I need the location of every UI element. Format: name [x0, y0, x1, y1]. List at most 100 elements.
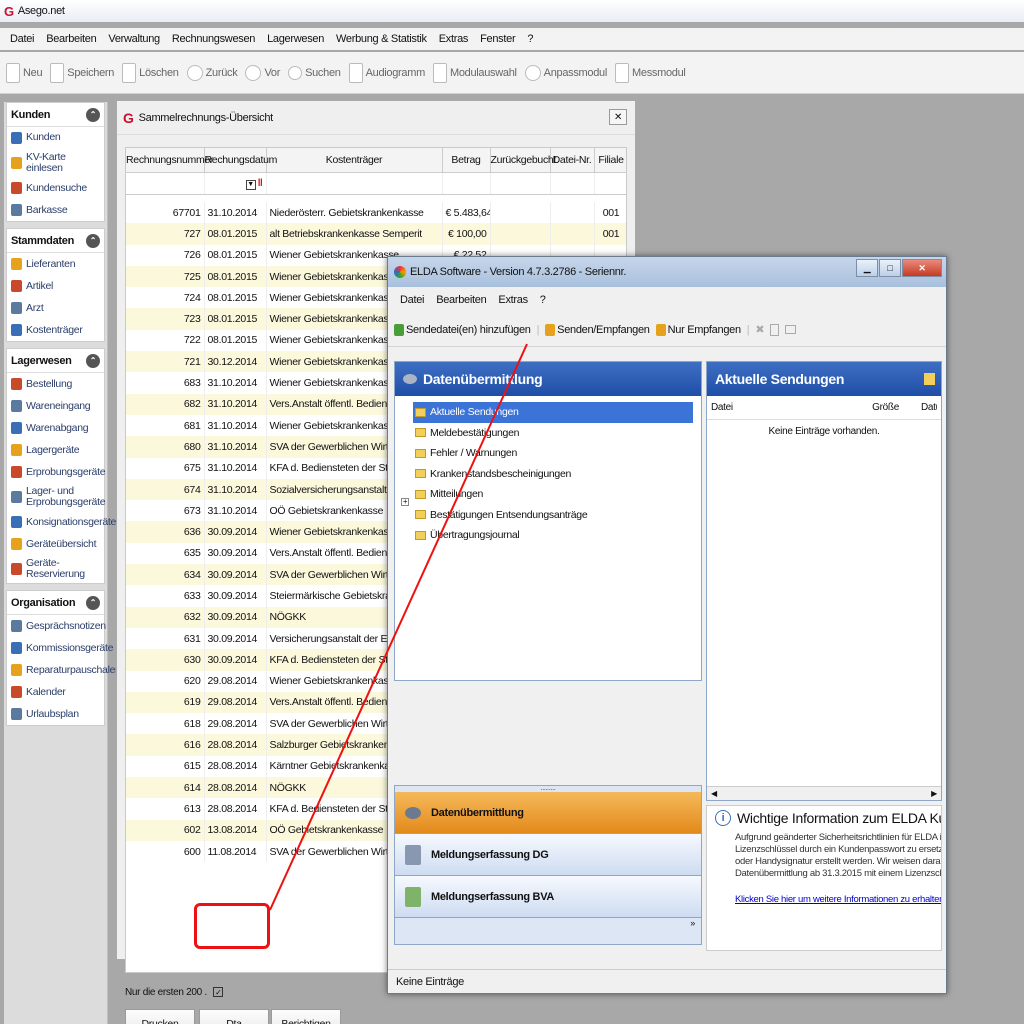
send-receive-button[interactable]: Senden/Empfangen [545, 323, 650, 336]
more-options-icon[interactable]: » [395, 918, 701, 928]
column-file[interactable]: Datei [711, 402, 733, 413]
receive-only-button[interactable]: Nur Empfangen [655, 323, 741, 336]
new-button[interactable]: Neu [6, 62, 43, 83]
sidebar-item[interactable]: Lagergeräte [7, 439, 104, 461]
column-header[interactable]: Betrag [442, 148, 491, 173]
elda-menu-bearbeiten[interactable]: Bearbeiten [430, 294, 492, 306]
collapse-icon[interactable]: ⌃ [86, 107, 100, 122]
search-button[interactable]: Suchen [288, 65, 341, 80]
menu-help[interactable]: ? [521, 33, 539, 45]
elda-menu-datei[interactable]: Datei [394, 294, 430, 306]
fitting-module-button[interactable]: Anpassmodul [524, 64, 607, 81]
nav-data-transfer[interactable]: Datenübermittlung [395, 792, 701, 834]
sidebar-item[interactable]: Konsignationsgeräte [7, 511, 116, 533]
menu-datei[interactable]: Datei [4, 33, 40, 45]
sidebar-item[interactable]: Barkasse [7, 199, 104, 221]
menu-extras[interactable]: Extras [433, 33, 474, 45]
add-send-file-button[interactable]: Sendedatei(en) hinzufügen [394, 323, 531, 336]
limit-checkbox[interactable]: ✓ [213, 987, 224, 997]
sidebar-item[interactable]: Geräteübersicht [7, 533, 104, 555]
nav-registration-dg[interactable]: Meldungserfassung DG [395, 834, 701, 876]
sidebar-item[interactable]: Wareneingang [7, 395, 104, 417]
document-icon[interactable] [770, 323, 780, 336]
sidebar-item[interactable]: Warenabgang [7, 417, 104, 439]
tree-node[interactable]: Meldebestätigungen [415, 423, 697, 444]
expand-icon[interactable]: + [401, 498, 409, 506]
filter-cell[interactable] [126, 172, 205, 195]
sidebar-group-header[interactable]: Stammdaten ⌃ [7, 229, 104, 254]
audiogram-button[interactable]: Audiogramm [348, 62, 425, 83]
minimize-icon[interactable]: ▁ [856, 259, 878, 277]
sidebar-item[interactable]: Kostenträger [7, 319, 104, 341]
filter-cell[interactable] [266, 172, 443, 195]
tree-node[interactable]: Mitteilungen [415, 484, 697, 505]
menu-rechnungswesen[interactable]: Rechnungswesen [166, 33, 261, 45]
sidebar-item[interactable]: KV-Karte einlesen [7, 149, 104, 177]
sidebar-group-header[interactable]: Lagerwesen ⌃ [7, 349, 104, 374]
filter-cell[interactable] [442, 172, 491, 195]
sidebar-item[interactable]: Reparaturpauschalen [7, 659, 121, 681]
tree-node[interactable]: Übertragungsjournal [415, 525, 697, 546]
tree-node[interactable]: Bestätigungen Entsendungsanträge [415, 505, 697, 526]
sidebar-group-header[interactable]: Organisation ⌃ [7, 591, 104, 616]
elda-menu-extras[interactable]: Extras [492, 294, 533, 306]
column-header[interactable]: Filiale [594, 148, 626, 173]
sidebar-item[interactable]: Gesprächsnotizen [7, 615, 106, 637]
sidebar-item[interactable]: Urlaubsplan [7, 703, 104, 725]
forward-button[interactable]: Vor [245, 64, 280, 81]
horizontal-scrollbar[interactable]: ◀ ▶ [707, 786, 941, 800]
dta-button[interactable]: Dta [199, 1009, 269, 1024]
collapse-icon[interactable]: ⌃ [86, 353, 100, 368]
scroll-left-icon[interactable]: ◀ [711, 789, 717, 798]
close-icon[interactable]: ✕ [609, 109, 627, 125]
sidebar-item[interactable]: Bestellung [7, 373, 104, 395]
menu-fenster[interactable]: Fenster [474, 33, 521, 45]
correct-button[interactable]: Berichtigen [271, 1009, 341, 1024]
sidebar-item[interactable]: Kommissionsgeräte [7, 637, 113, 659]
measure-module-button[interactable]: Messmodul [615, 62, 686, 83]
elda-menu-help[interactable]: ? [534, 294, 552, 306]
tree-node[interactable]: Aktuelle Sendungen [413, 402, 693, 423]
menu-werbung[interactable]: Werbung & Statistik [330, 33, 433, 45]
scroll-right-icon[interactable]: ▶ [931, 789, 937, 798]
nav-registration-bva[interactable]: Meldungserfassung BVA [395, 876, 701, 918]
delete-button[interactable]: Löschen [122, 62, 179, 83]
module-select-button[interactable]: Modulauswahl [432, 62, 517, 83]
column-size[interactable]: Größe [872, 402, 899, 413]
filter-cell[interactable] [594, 172, 626, 195]
column-header[interactable]: Rechnungsnummer [126, 148, 213, 173]
filter-cell[interactable] [490, 172, 551, 195]
print-button[interactable]: Drucken [125, 1009, 195, 1024]
collapse-icon[interactable]: ⌃ [86, 233, 100, 248]
dropdown-icon[interactable]: ▼ [245, 179, 256, 190]
sidebar-item[interactable]: Lieferanten [7, 253, 104, 275]
save-button[interactable]: Speichern [50, 62, 114, 83]
sidebar-item[interactable]: Geräte-Reservierung [7, 555, 104, 583]
info-link[interactable]: Klicken Sie hier um weitere Informatione… [715, 894, 941, 905]
column-header[interactable]: Zurückgebucht [490, 148, 556, 173]
column-header[interactable]: Datei-Nr. [550, 148, 595, 173]
table-row[interactable]: 727 08.01.2015 alt Betriebskrankenkasse Se… [126, 223, 626, 245]
filter-date-cell[interactable]: ▼ ǁ [204, 172, 267, 195]
sidebar-item[interactable]: Arzt [7, 297, 104, 319]
menu-lagerwesen[interactable]: Lagerwesen [261, 33, 330, 45]
sidebar-item[interactable]: Lager- und Erprobungsgeräte [7, 483, 106, 511]
menu-verwaltung[interactable]: Verwaltung [102, 33, 165, 45]
print-icon[interactable] [785, 325, 797, 334]
filter-cell[interactable] [550, 172, 595, 195]
table-row[interactable]: 67701 31.10.2014 Niederösterr. Gebietskran… [126, 202, 626, 224]
column-header[interactable]: Rechungsdatum [204, 148, 277, 173]
back-button[interactable]: Zurück [186, 64, 238, 81]
clear-filter-icon[interactable]: ǁ [258, 177, 263, 189]
sidebar-item[interactable]: Kundensuche [7, 177, 104, 199]
sidebar-item[interactable]: Erprobungsgeräte [7, 461, 106, 483]
tree-node[interactable]: Krankenstandsbescheinigungen [415, 464, 697, 485]
close-icon[interactable]: ✕ [902, 259, 942, 277]
maximize-icon[interactable]: □ [879, 259, 901, 277]
menu-bearbeiten[interactable]: Bearbeiten [40, 33, 102, 45]
collapse-icon[interactable]: ⌃ [86, 595, 100, 610]
tree-node[interactable]: Fehler / Warnungen [415, 443, 697, 464]
column-date[interactable]: Datum [921, 402, 937, 413]
sidebar-item[interactable]: Kunden [7, 127, 104, 149]
column-header[interactable]: Kostenträger [266, 148, 443, 173]
